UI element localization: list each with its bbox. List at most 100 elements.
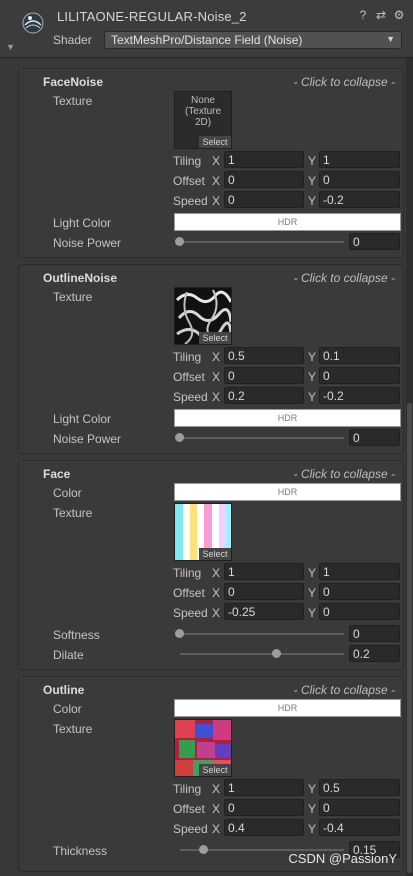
offset-label: Offset xyxy=(173,586,205,600)
light-color-swatch[interactable]: HDR xyxy=(174,213,401,231)
tiling-x-field[interactable]: 1 xyxy=(224,563,304,580)
axis-x-label: X xyxy=(212,154,221,168)
noise-power-slider-handle[interactable] xyxy=(175,237,184,246)
tiling-y-field[interactable]: 0.1 xyxy=(319,347,400,364)
light-color-swatch[interactable]: HDR xyxy=(174,409,401,427)
speed-x-field[interactable]: 0 xyxy=(224,191,304,208)
offset-label: Offset xyxy=(173,174,205,188)
tiling-x-field[interactable]: 1 xyxy=(224,779,304,796)
speed-y-field[interactable]: -0.4 xyxy=(319,819,400,836)
axis-x-label: X xyxy=(212,606,221,620)
tiling-label: Tiling xyxy=(173,350,202,364)
dilate-slider[interactable] xyxy=(180,653,344,655)
material-title: LILITAONE-REGULAR-Noise_2 xyxy=(57,9,247,24)
preset-icon[interactable]: ⇄ xyxy=(375,8,387,22)
texture-label: Texture xyxy=(53,94,93,108)
axis-x-label: X xyxy=(212,782,221,796)
outline-color-swatch[interactable]: HDR xyxy=(174,699,401,717)
outline-noise-section: OutlineNoise - Click to collapse - Textu… xyxy=(18,264,404,454)
speed-label: Speed xyxy=(173,606,208,620)
texture-select-button[interactable]: Select xyxy=(199,136,231,148)
axis-y-label: Y xyxy=(308,566,317,580)
collapse-toggle[interactable]: - Click to collapse - xyxy=(294,467,395,481)
tiling-y-field[interactable]: 0.5 xyxy=(319,779,400,796)
offset-y-field[interactable]: 0 xyxy=(319,367,400,384)
color-label: Color xyxy=(53,702,82,716)
noise-power-slider[interactable] xyxy=(180,437,344,439)
texture-label: Texture xyxy=(53,722,93,736)
vertical-scrollbar[interactable] xyxy=(406,58,413,876)
outline-section: Outline - Click to collapse - Color HDR … xyxy=(18,676,404,872)
dilate-field[interactable]: 0.2 xyxy=(349,645,400,662)
axis-y-label: Y xyxy=(308,154,317,168)
collapse-toggle[interactable]: - Click to collapse - xyxy=(294,75,395,89)
offset-x-field[interactable]: 0 xyxy=(224,583,304,600)
offset-label: Offset xyxy=(173,370,205,384)
speed-y-field[interactable]: -0.2 xyxy=(319,191,400,208)
noise-texture-slot[interactable]: Select xyxy=(174,287,232,345)
texture-select-button[interactable]: Select xyxy=(199,548,231,560)
offset-x-field[interactable]: 0 xyxy=(224,171,304,188)
light-color-label: Light Color xyxy=(53,216,112,230)
softness-label: Softness xyxy=(53,628,100,642)
offset-x-field[interactable]: 0 xyxy=(224,367,304,384)
scrollbar-thumb[interactable] xyxy=(407,403,412,873)
texture-select-button[interactable]: Select xyxy=(199,332,231,344)
speed-x-field[interactable]: 0.2 xyxy=(224,387,304,404)
noise-power-label: Noise Power xyxy=(53,432,122,446)
texture-select-button[interactable]: Select xyxy=(199,764,231,776)
tiling-y-field[interactable]: 1 xyxy=(319,563,400,580)
tiling-label: Tiling xyxy=(173,566,202,580)
axis-y-label: Y xyxy=(308,350,317,364)
axis-x-label: X xyxy=(212,566,221,580)
speed-label: Speed xyxy=(173,822,208,836)
axis-y-label: Y xyxy=(308,586,317,600)
tiling-y-field[interactable]: 1 xyxy=(319,151,400,168)
speed-label: Speed xyxy=(173,194,208,208)
shader-dropdown[interactable]: TextMeshPro/Distance Field (Noise) ▼ xyxy=(104,31,402,49)
noise-power-field[interactable]: 0 xyxy=(349,429,400,446)
settings-icon[interactable]: ⚙ xyxy=(393,8,405,22)
texture-label: Texture xyxy=(53,290,93,304)
collapse-toggle[interactable]: - Click to collapse - xyxy=(294,683,395,697)
speed-label: Speed xyxy=(173,390,208,404)
speed-y-field[interactable]: 0 xyxy=(319,603,400,620)
face-noise-section: FaceNoise - Click to collapse - Texture … xyxy=(18,68,404,258)
speed-y-field[interactable]: -0.2 xyxy=(319,387,400,404)
texture-slot[interactable]: None (Texture 2D) Select xyxy=(174,91,232,149)
noise-power-slider[interactable] xyxy=(180,241,344,243)
axis-x-label: X xyxy=(212,390,221,404)
axis-x-label: X xyxy=(212,586,221,600)
speed-x-field[interactable]: 0.4 xyxy=(224,819,304,836)
face-texture-slot[interactable]: Select xyxy=(174,503,232,561)
noise-power-slider-handle[interactable] xyxy=(175,433,184,442)
collapse-toggle[interactable]: - Click to collapse - xyxy=(294,271,395,285)
dropdown-arrow-icon: ▼ xyxy=(386,34,395,44)
tiling-x-field[interactable]: 1 xyxy=(224,151,304,168)
softness-field[interactable]: 0 xyxy=(349,625,400,642)
offset-y-field[interactable]: 0 xyxy=(319,583,400,600)
offset-y-field[interactable]: 0 xyxy=(319,799,400,816)
axis-y-label: Y xyxy=(308,822,317,836)
section-title: Outline xyxy=(43,683,85,697)
face-color-swatch[interactable]: HDR xyxy=(174,483,401,501)
outline-texture-slot[interactable]: Select xyxy=(174,719,232,777)
axis-y-label: Y xyxy=(308,174,317,188)
face-section: Face - Click to collapse - Color HDR Tex… xyxy=(18,460,404,670)
offset-y-field[interactable]: 0 xyxy=(319,171,400,188)
tiling-label: Tiling xyxy=(173,782,202,796)
section-title: FaceNoise xyxy=(43,75,104,89)
axis-x-label: X xyxy=(212,194,221,208)
help-icon[interactable]: ? xyxy=(357,8,369,22)
noise-power-label: Noise Power xyxy=(53,236,122,250)
foldout-arrow-icon[interactable]: ▼ xyxy=(6,42,15,52)
softness-slider[interactable] xyxy=(180,633,344,635)
tiling-label: Tiling xyxy=(173,154,202,168)
softness-slider-handle[interactable] xyxy=(175,629,184,638)
noise-power-field[interactable]: 0 xyxy=(349,233,400,250)
speed-x-field[interactable]: -0.25 xyxy=(224,603,304,620)
tiling-x-field[interactable]: 0.5 xyxy=(224,347,304,364)
offset-x-field[interactable]: 0 xyxy=(224,799,304,816)
thickness-slider-handle[interactable] xyxy=(199,845,208,854)
dilate-slider-handle[interactable] xyxy=(272,649,281,658)
